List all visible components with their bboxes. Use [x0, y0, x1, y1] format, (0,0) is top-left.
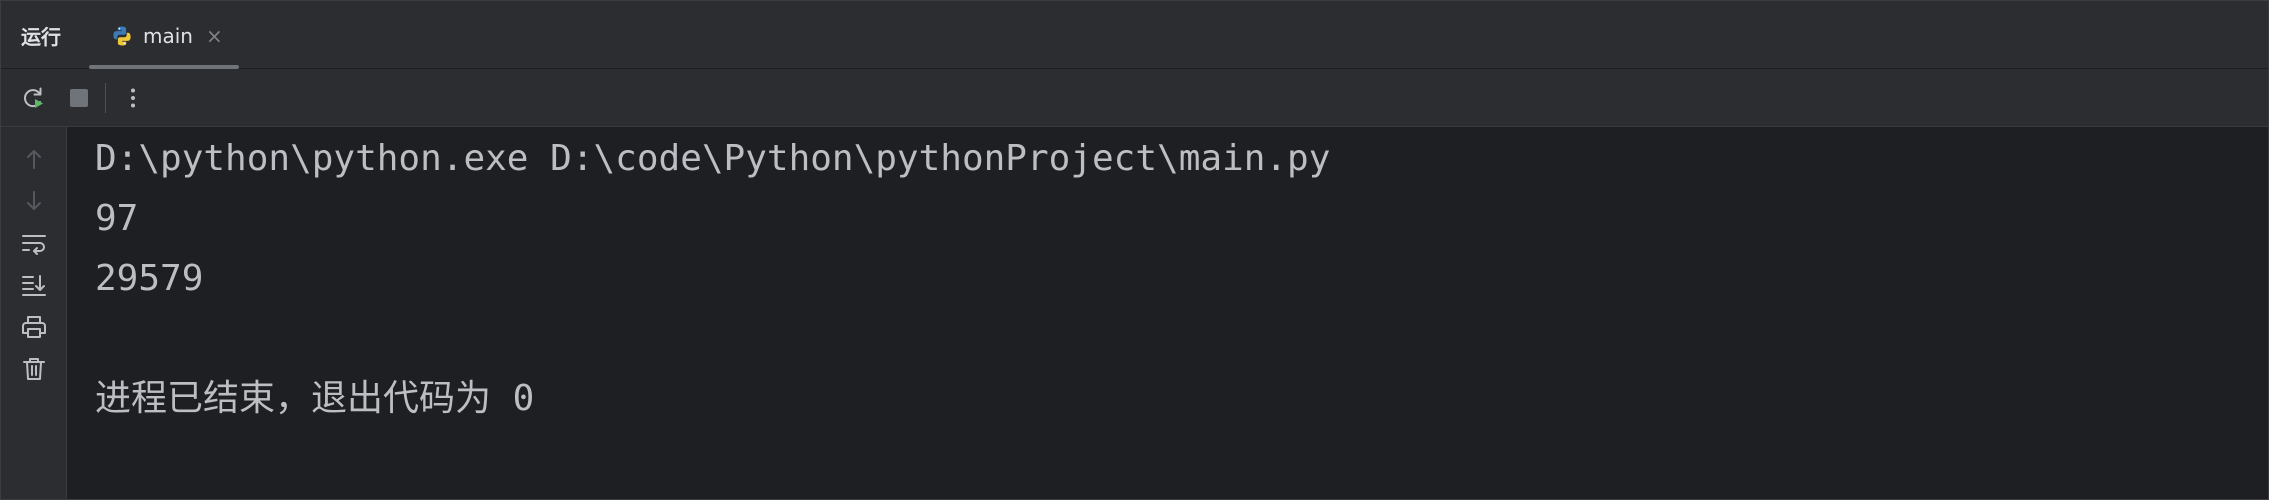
- print-icon[interactable]: [20, 313, 48, 341]
- arrow-down-icon[interactable]: [20, 187, 48, 215]
- soft-wrap-icon[interactable]: [20, 229, 48, 257]
- close-icon[interactable]: ×: [206, 22, 223, 50]
- python-icon: [113, 26, 131, 46]
- console-line-output-2: 29579: [95, 258, 204, 299]
- more-vertical-icon[interactable]: [119, 84, 147, 112]
- stop-icon[interactable]: [65, 84, 93, 112]
- arrow-up-icon[interactable]: [20, 145, 48, 173]
- run-tab-bar: 运行 main ×: [1, 1, 2268, 69]
- console-line-command: D:\python\python.exe D:\code\Python\pyth…: [95, 138, 1331, 179]
- scroll-to-end-icon[interactable]: [20, 271, 48, 299]
- run-tool-window: 运行 main × D:\python\python.exe D:\code\P…: [0, 0, 2269, 500]
- run-toolbar: [1, 69, 2268, 127]
- rerun-icon[interactable]: [19, 84, 47, 112]
- run-window-title: 运行: [21, 25, 61, 49]
- tab-main[interactable]: main ×: [89, 1, 239, 69]
- console-line-output-1: 97: [95, 198, 139, 239]
- console-output[interactable]: D:\python\python.exe D:\code\Python\pyth…: [67, 127, 2267, 499]
- vertical-scrollbar[interactable]: [2259, 127, 2267, 499]
- toolbar-separator: [105, 83, 106, 113]
- tab-label: main: [143, 24, 193, 48]
- trash-icon[interactable]: [20, 355, 48, 383]
- console-line-exit-status: 进程已结束，退出代码为 0: [95, 378, 535, 419]
- console-side-toolbar: [1, 127, 67, 499]
